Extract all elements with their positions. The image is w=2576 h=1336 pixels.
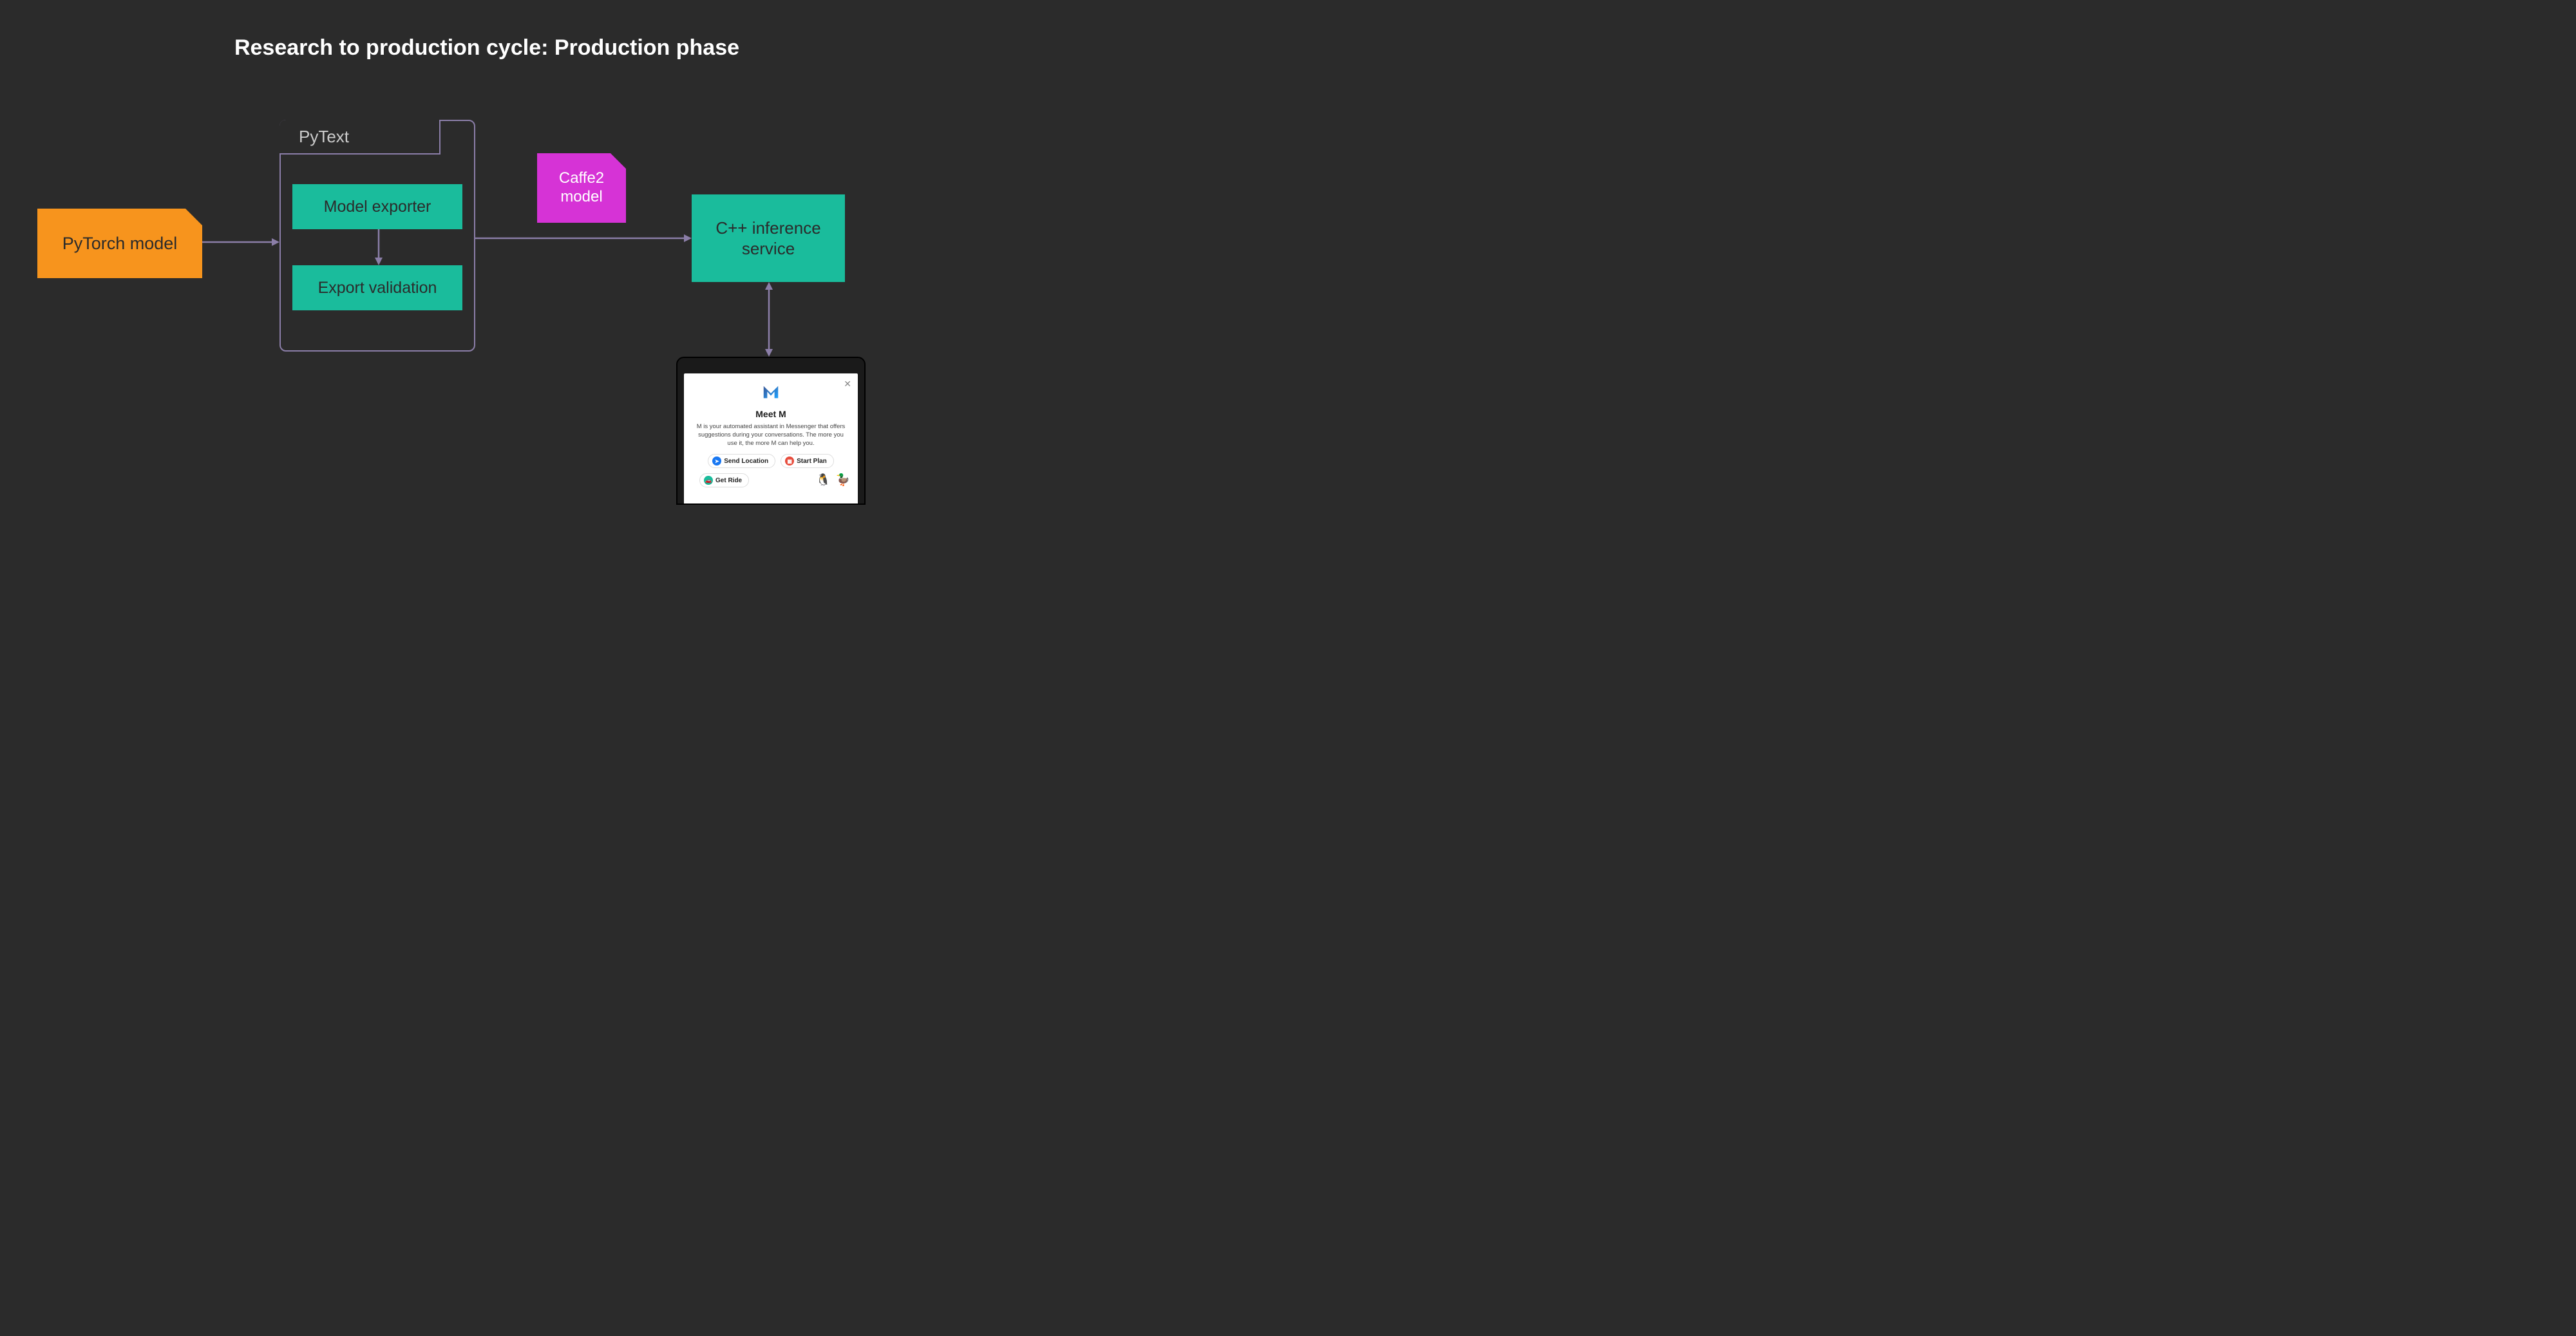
arrow-cpp-to-phone <box>762 282 775 357</box>
chip-row-2: 🚗 Get Ride 🐧 🦆 <box>692 473 850 487</box>
chip-get-ride[interactable]: 🚗 Get Ride <box>699 473 749 487</box>
chip-start-plan-label: Start Plan <box>797 458 827 465</box>
close-icon[interactable]: ✕ <box>844 379 851 390</box>
m-logo-icon <box>761 382 781 402</box>
car-icon: 🚗 <box>704 476 713 485</box>
pytext-tab-label: PyText <box>279 120 440 155</box>
arrow-exporter-to-validation <box>372 229 385 265</box>
phone-card-description: M is your automated assistant in Messeng… <box>696 423 846 447</box>
phone-card-title: Meet M <box>692 409 850 419</box>
cpp-inference-label: C++ inference service <box>715 218 820 259</box>
sticker-2-icon: 🦆 <box>836 473 850 487</box>
caffe2-model-node: Caffe2 model <box>537 153 626 223</box>
calendar-icon: ▦ <box>785 456 794 466</box>
chip-get-ride-label: Get Ride <box>715 477 742 484</box>
model-exporter-label: Model exporter <box>324 198 431 216</box>
export-validation-label: Export validation <box>318 279 437 297</box>
arrow-pytext-to-cpp <box>475 232 692 245</box>
chip-row-1: ➤ Send Location ▦ Start Plan <box>692 454 850 468</box>
phone-screen: ✕ Meet M M is your automated assistant i… <box>684 373 858 503</box>
arrow-pytorch-to-pytext <box>202 236 279 249</box>
export-validation-node: Export validation <box>292 265 462 310</box>
phone-mockup: ✕ Meet M M is your automated assistant i… <box>676 357 866 505</box>
location-icon: ➤ <box>712 456 721 466</box>
pytorch-model-node: PyTorch model <box>37 209 202 278</box>
chip-send-location[interactable]: ➤ Send Location <box>708 454 775 468</box>
diagram-title: Research to production cycle: Production… <box>0 35 974 61</box>
cpp-inference-node: C++ inference service <box>692 194 845 282</box>
sticker-1-icon: 🐧 <box>816 473 830 487</box>
chip-start-plan[interactable]: ▦ Start Plan <box>781 454 834 468</box>
pytorch-model-label: PyTorch model <box>62 234 178 254</box>
caffe2-model-label: Caffe2 model <box>559 169 604 207</box>
model-exporter-node: Model exporter <box>292 184 462 229</box>
chip-send-location-label: Send Location <box>724 458 768 465</box>
